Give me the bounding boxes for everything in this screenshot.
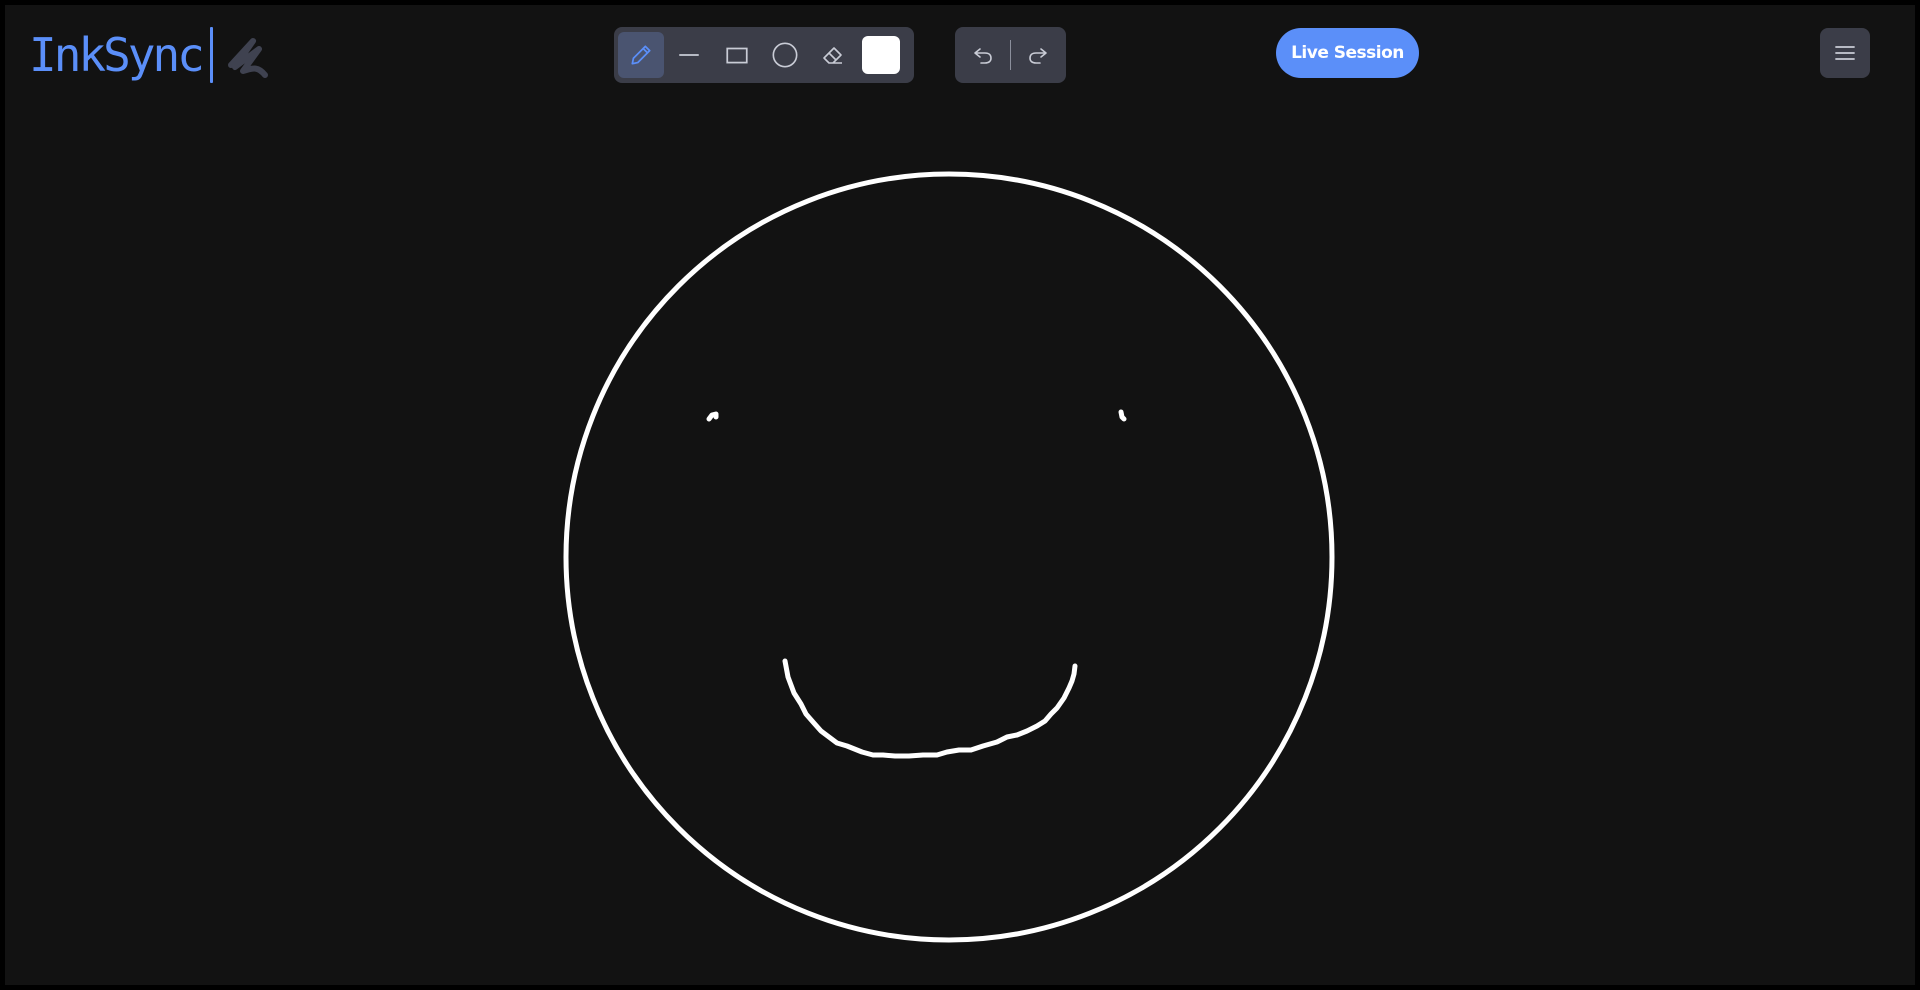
redo-icon <box>1029 48 1047 64</box>
face-circle-stroke <box>563 171 1335 943</box>
right-eye-stroke <box>1118 409 1127 422</box>
rectangle-icon <box>726 47 748 64</box>
line-icon <box>679 54 699 56</box>
hamburger-menu-icon <box>1835 46 1855 60</box>
scribble-icon <box>227 38 268 78</box>
app-logo: InkSync <box>29 25 277 85</box>
history-controls <box>955 27 1066 83</box>
drawing-canvas[interactable] <box>5 5 1915 985</box>
undo-icon <box>974 48 992 64</box>
drawing-toolbar <box>614 27 914 83</box>
history-divider <box>1010 40 1011 70</box>
logo-cursor-bar <box>209 27 213 83</box>
line-tool-button[interactable] <box>666 32 712 78</box>
smile-stroke <box>782 658 1078 759</box>
eraser-tool-button[interactable] <box>810 32 856 78</box>
circle-icon <box>772 42 798 68</box>
rectangle-tool-button[interactable] <box>714 32 760 78</box>
menu-button[interactable] <box>1820 28 1870 78</box>
eraser-icon <box>823 47 842 64</box>
redo-button[interactable] <box>1015 32 1061 78</box>
pencil-tool-button[interactable] <box>618 32 664 78</box>
live-session-button[interactable]: Live Session <box>1276 28 1419 78</box>
circle-tool-button[interactable] <box>762 32 808 78</box>
color-picker-swatch[interactable] <box>862 36 900 74</box>
pencil-icon <box>631 45 651 65</box>
left-eye-stroke <box>706 411 719 422</box>
undo-button[interactable] <box>960 32 1006 78</box>
whiteboard-app: InkSync Live Session <box>0 0 1920 990</box>
app-name: InkSync <box>29 28 205 82</box>
